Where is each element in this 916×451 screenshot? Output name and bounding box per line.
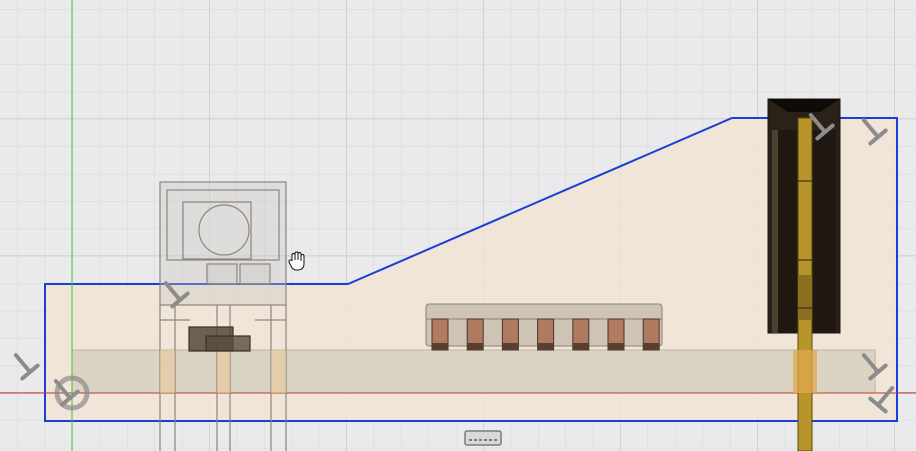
sketch-canvas[interactable] <box>0 0 916 451</box>
header-pin-base <box>467 343 484 350</box>
board-body[interactable] <box>71 349 876 394</box>
header-pin-base <box>572 343 589 350</box>
header-pin-base <box>537 343 554 350</box>
connector-icon[interactable] <box>464 430 502 446</box>
pin-header-component[interactable] <box>425 303 663 351</box>
header-pin-base <box>502 343 519 350</box>
header-pin-base <box>432 343 448 350</box>
cad-viewport[interactable] <box>0 0 916 451</box>
header-pin-base <box>608 343 624 350</box>
header-pin-base <box>643 343 660 350</box>
